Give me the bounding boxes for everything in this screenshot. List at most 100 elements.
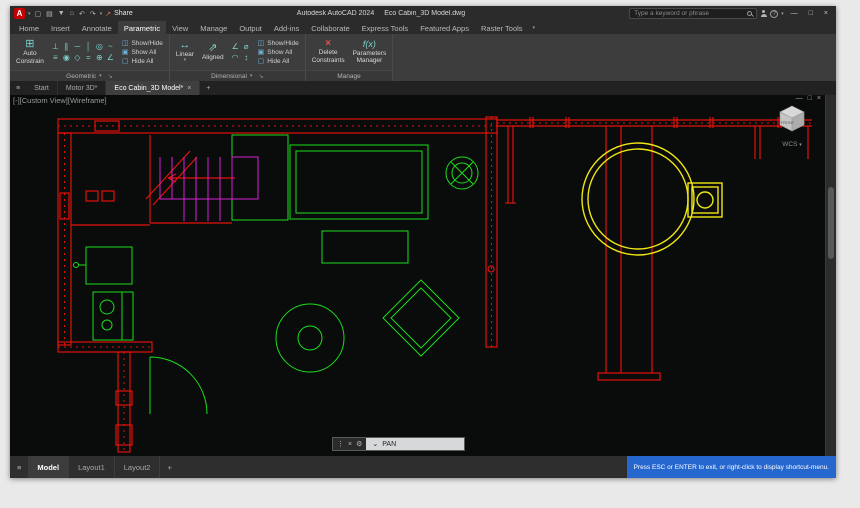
tab-add-ins[interactable]: Add-ins — [268, 21, 305, 34]
auto-constrain-button[interactable]: ⊞ Auto Constrain — [14, 39, 46, 65]
quick-access-dropdown-icon[interactable]: ▾ — [100, 11, 103, 17]
perpendicular-constraint-icon[interactable]: ⊥ — [50, 41, 61, 52]
tab-featured-apps[interactable]: Featured Apps — [414, 21, 475, 34]
tab-raster-tools[interactable]: Raster Tools — [475, 21, 529, 34]
share-icon: ↗ — [105, 10, 111, 18]
linear-constraint-button[interactable]: ↔ Linear ▾ — [174, 40, 196, 65]
show-hide-icon: ◫ — [258, 39, 265, 47]
logo-dropdown-icon[interactable]: ▾ — [28, 11, 31, 17]
cad-green-furniture[interactable] — [74, 135, 479, 414]
command-close-icon[interactable]: × — [348, 441, 352, 448]
smooth-constraint-icon[interactable]: ~ — [105, 41, 116, 52]
tab-collaborate[interactable]: Collaborate — [305, 21, 355, 34]
concentric-constraint-icon[interactable]: ◉ — [61, 52, 72, 63]
geometric-panel-label[interactable]: Geometric ▾ ↘ — [10, 70, 169, 81]
dim-show-hide-button[interactable]: ◫ Show/Hide — [256, 39, 301, 47]
vertical-dim-icon[interactable]: ↕ — [241, 52, 252, 63]
equal-constraint-icon[interactable]: = — [83, 52, 94, 63]
file-tab-eco-cabin[interactable]: Eco Cabin_3D Model* × — [106, 81, 200, 95]
help-icon[interactable]: ? — [770, 10, 778, 18]
command-customize-icon[interactable]: ⚙ — [356, 440, 362, 448]
tab-annotate[interactable]: Annotate — [76, 21, 118, 34]
new-file-tab-icon[interactable]: + — [200, 81, 216, 95]
search-icon[interactable] — [747, 11, 752, 16]
viewport-minimize-icon[interactable]: — — [796, 95, 803, 102]
geometric-dialog-launcher-icon[interactable]: ↘ — [108, 73, 113, 80]
file-tab-motor[interactable]: Motor 3D* — [58, 81, 107, 95]
tab-view[interactable]: View — [166, 21, 194, 34]
undo-icon[interactable]: ↶ — [78, 10, 86, 18]
ribbon-collapse-icon[interactable]: ▾ — [533, 21, 536, 34]
parameters-manager-button[interactable]: f(x) Parameters Manager — [351, 39, 389, 65]
viewport-close-icon[interactable]: × — [817, 95, 821, 102]
collinear-constraint-icon[interactable]: ≡ — [50, 52, 61, 63]
dimensional-dialog-launcher-icon[interactable]: ↘ — [258, 73, 263, 80]
file-tab-menu-icon[interactable]: ≡ — [10, 81, 26, 95]
viewcube[interactable]: FRONT WCS ▾ — [774, 103, 810, 148]
geo-hide-all-button[interactable]: ▢ Hide All — [120, 57, 165, 65]
dimensional-panel-label[interactable]: Dimensional ▾ ↘ — [170, 70, 305, 81]
new-file-icon[interactable]: ▢ — [34, 10, 43, 18]
redo-icon[interactable]: ↷ — [89, 10, 97, 18]
symmetric-constraint-icon[interactable]: ◇ — [72, 52, 83, 63]
file-tab-start-label: Start — [34, 85, 49, 92]
help-dropdown-icon[interactable]: ▾ — [781, 11, 784, 17]
share-button[interactable]: Share — [114, 10, 133, 17]
plot-icon[interactable]: ⌂ — [69, 10, 75, 17]
new-layout-icon[interactable]: + — [160, 456, 178, 478]
parallel-constraint-icon[interactable]: ∥ — [61, 41, 72, 52]
tab-manage[interactable]: Manage — [194, 21, 233, 34]
viewcube-icon[interactable]: FRONT — [775, 103, 809, 133]
dim-hide-all-button[interactable]: ▢ Hide All — [256, 57, 301, 65]
file-tab-start[interactable]: Start — [26, 81, 58, 95]
vertical-scrollbar[interactable] — [825, 95, 836, 456]
search-input[interactable]: Type a keyword or phrase — [629, 8, 757, 19]
sign-in-icon[interactable] — [760, 10, 767, 17]
cad-magenta-stairs[interactable] — [160, 157, 258, 221]
viewport-window-controls: — □ × — [796, 95, 821, 102]
geo-show-hide-button[interactable]: ◫ Show/Hide — [120, 39, 165, 47]
angular-dim-icon[interactable]: ∠ — [230, 41, 241, 52]
tab-layout2[interactable]: Layout2 — [115, 456, 161, 478]
command-line[interactable]: ⋮ × ⚙ ⌄ PAN — [332, 437, 465, 451]
tab-insert[interactable]: Insert — [45, 21, 76, 34]
autocad-logo[interactable]: A — [14, 8, 25, 19]
minimize-button[interactable]: — — [787, 10, 802, 17]
tab-home[interactable]: Home — [13, 21, 45, 34]
layout-menu-icon[interactable]: ≡ — [10, 456, 28, 478]
radius-dim-icon[interactable]: ◠ — [230, 52, 241, 63]
viewport-controls-label[interactable]: [-][Custom View][Wireframe] — [13, 96, 107, 105]
coincident-constraint-icon[interactable]: ∠ — [105, 52, 116, 63]
dim-show-all-button[interactable]: ▣ Show All — [256, 48, 301, 56]
geo-show-all-button[interactable]: ▣ Show All — [120, 48, 165, 56]
restore-button[interactable]: □ — [805, 10, 817, 17]
tab-output[interactable]: Output — [233, 21, 268, 34]
save-icon[interactable]: ▼ — [57, 10, 66, 17]
viewport-restore-icon[interactable]: □ — [808, 95, 812, 102]
drawing-canvas[interactable]: [-][Custom View][Wireframe] — □ × FRONT … — [10, 95, 836, 456]
delete-constraints-button[interactable]: × Delete Constraints — [310, 39, 347, 64]
command-input[interactable]: ⌄ PAN — [366, 438, 464, 450]
ribbon-panel-dimensional: ↔ Linear ▾ ⇗ Aligned ∠ ⌀ ◠ ↕ ◫ — [170, 34, 306, 81]
command-grip-icon[interactable]: ⋮ — [337, 440, 344, 448]
tangent-constraint-icon[interactable]: ◎ — [94, 41, 105, 52]
vertical-constraint-icon[interactable]: │ — [83, 41, 94, 52]
close-button[interactable]: × — [820, 10, 832, 17]
manage-panel-label[interactable]: Manage — [306, 70, 392, 81]
linear-dropdown-icon[interactable]: ▾ — [184, 58, 187, 64]
geometric-constraints-grid: ⊥ ∥ ─ │ ◎ ~ ≡ ◉ ◇ = ⊕ ∠ — [50, 41, 116, 63]
file-tab-close-icon[interactable]: × — [187, 85, 191, 92]
tab-express-tools[interactable]: Express Tools — [356, 21, 415, 34]
wcs-dropdown[interactable]: WCS ▾ — [774, 141, 810, 148]
aligned-constraint-button[interactable]: ⇗ Aligned — [200, 43, 226, 62]
horizontal-constraint-icon[interactable]: ─ — [72, 41, 83, 52]
cad-red-walls[interactable] — [58, 117, 812, 452]
scrollbar-thumb[interactable] — [828, 187, 834, 259]
diameter-dim-icon[interactable]: ⌀ — [241, 41, 252, 52]
tab-parametric[interactable]: Parametric — [118, 21, 166, 34]
cad-drawing[interactable] — [10, 95, 823, 456]
tab-layout1[interactable]: Layout1 — [69, 456, 115, 478]
fix-constraint-icon[interactable]: ⊕ — [94, 52, 105, 63]
tab-model[interactable]: Model — [28, 456, 69, 478]
open-file-icon[interactable]: ▤ — [45, 10, 54, 18]
